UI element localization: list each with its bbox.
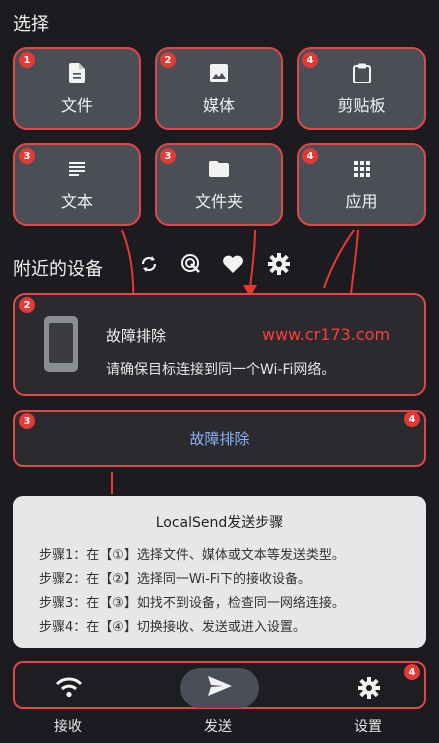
step-line-1: 步骤1：在【①】选择文件、媒体或文本等发送类型。 — [39, 548, 345, 563]
steps-title: LocalSend发送步骤 — [155, 515, 284, 531]
scan-icon[interactable] — [180, 253, 202, 275]
steps-panel: LocalSend发送步骤 步骤1：在【①】选择文件、媒体或文本等发送类型。 步… — [13, 496, 426, 648]
step-line-3: 步骤3：在【③】如找不到设备，检查同一网络连接。 — [39, 596, 345, 611]
settings-gear-icon[interactable] — [357, 676, 381, 700]
refresh-icon[interactable] — [138, 253, 160, 275]
troubleshoot-button[interactable]: 故障排除 — [13, 410, 426, 467]
troubleshoot-label: 故障排除 — [189, 430, 250, 448]
nav-settings-label[interactable]: 设置 — [354, 716, 382, 736]
badge-troubleshoot-left: 3 — [19, 413, 35, 429]
badge-device: 2 — [19, 297, 35, 313]
heart-icon[interactable] — [222, 254, 244, 274]
badge-troubleshoot-right: 4 — [404, 411, 420, 427]
arrow-to-device-2 — [249, 229, 256, 289]
wifi-icon[interactable] — [55, 676, 83, 698]
nav-send-label[interactable]: 发送 — [204, 716, 232, 736]
send-tab[interactable] — [180, 668, 259, 708]
device-title: 故障排除 — [106, 327, 167, 345]
send-icon — [207, 675, 233, 701]
nearby-title: 附近的设备 — [13, 259, 103, 280]
device-subtitle: 请确保目标连接到同一个Wi-Fi网络。 — [106, 362, 336, 378]
step-line-2: 步骤2：在【②】选择同一Wi-Fi下的接收设备。 — [39, 572, 311, 587]
arrow-apps-left — [323, 229, 355, 289]
step-line-4: 步骤4：在【④】切换接收、发送或进入设置。 — [39, 620, 306, 635]
gear-icon[interactable] — [267, 252, 291, 276]
nav-receive-label[interactable]: 接收 — [54, 716, 82, 736]
watermark-text: www.cr173.com — [262, 325, 391, 344]
phone-icon — [44, 316, 78, 372]
badge-bottom-nav: 4 — [404, 664, 420, 680]
